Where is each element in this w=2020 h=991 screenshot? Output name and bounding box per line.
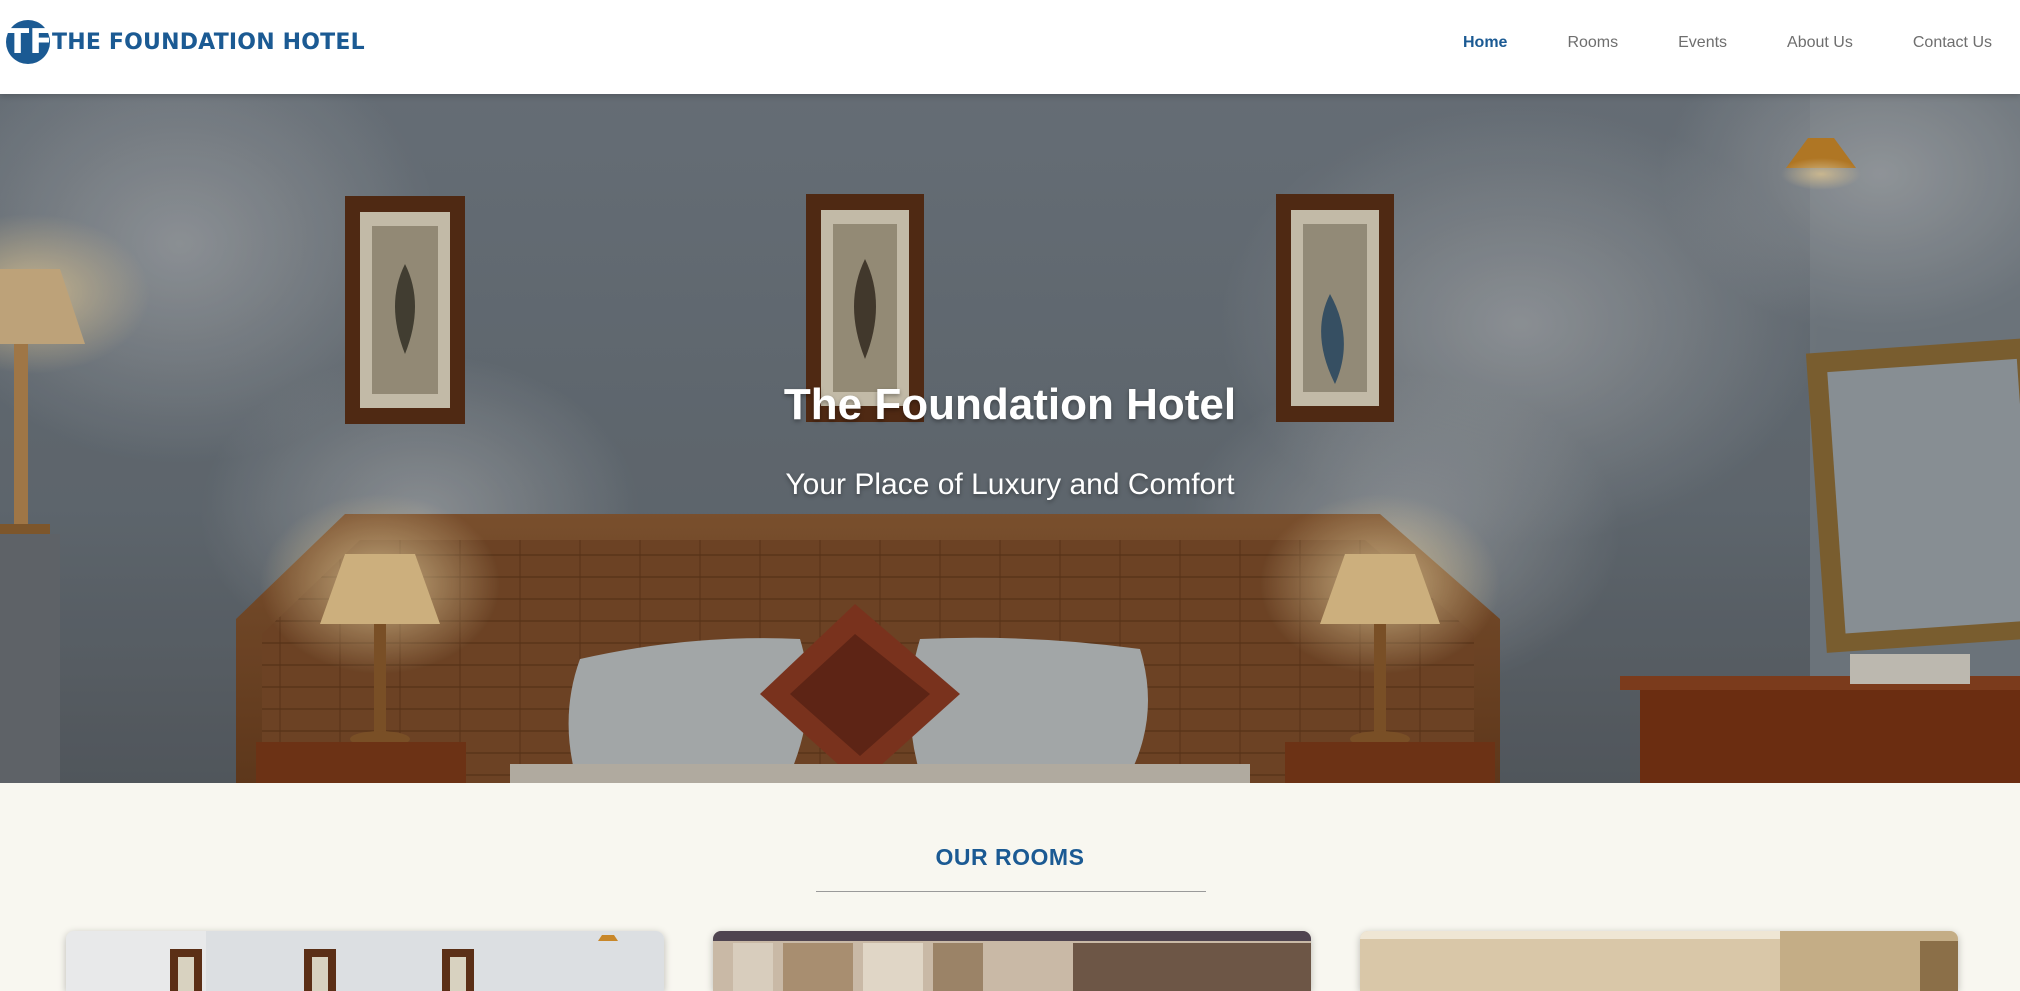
hero-title: The Foundation Hotel bbox=[783, 380, 1237, 429]
heading-divider bbox=[816, 891, 1206, 892]
room-photo-2 bbox=[713, 931, 1311, 991]
rooms-section-heading: OUR ROOMS bbox=[935, 844, 1085, 870]
nav-rooms[interactable]: Rooms bbox=[1567, 34, 1618, 52]
room-photo-3 bbox=[1360, 931, 1958, 991]
hero-bedroom-image bbox=[0, 94, 2020, 783]
main-nav: Home Rooms Events About Us Contact Us bbox=[1403, 0, 1992, 86]
hero-subtitle: Your Place of Luxury and Comfort bbox=[785, 468, 1235, 501]
site-header: TF THE FOUNDATION HOTEL Home Rooms Event… bbox=[0, 0, 2020, 94]
room-card-2[interactable] bbox=[713, 931, 1311, 991]
room-photo-1 bbox=[66, 931, 664, 991]
logo-mark-icon: TF bbox=[6, 20, 53, 64]
logo-text: THE FOUNDATION HOTEL bbox=[52, 29, 365, 55]
nav-contact-us[interactable]: Contact Us bbox=[1913, 34, 1992, 52]
room-card-1[interactable] bbox=[66, 931, 664, 991]
hotel-logo[interactable]: TF THE FOUNDATION HOTEL bbox=[6, 18, 365, 66]
nav-home[interactable]: Home bbox=[1463, 34, 1507, 52]
nav-events[interactable]: Events bbox=[1678, 34, 1727, 52]
hero-banner: The Foundation Hotel Your Place of Luxur… bbox=[0, 94, 2020, 783]
nav-about-us[interactable]: About Us bbox=[1787, 34, 1853, 52]
room-card-3[interactable] bbox=[1360, 931, 1958, 991]
